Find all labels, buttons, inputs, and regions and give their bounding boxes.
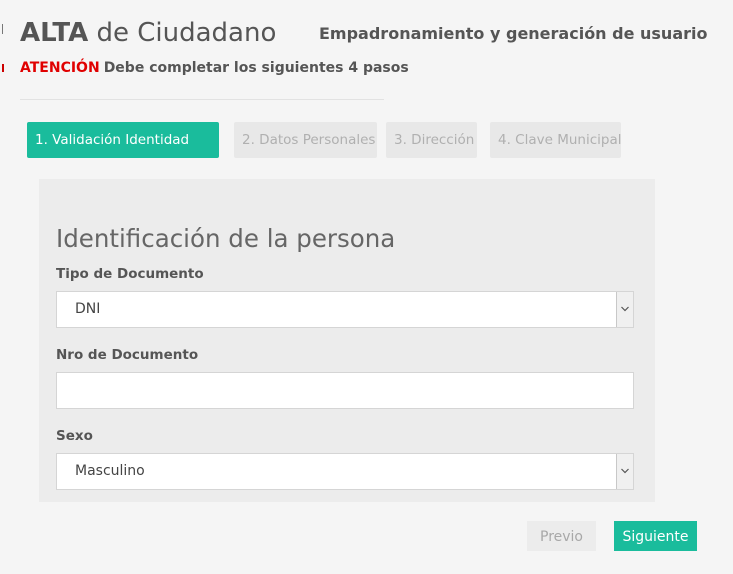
nro-documento-label: Nro de Documento xyxy=(56,347,199,363)
page-title: ALTA de Ciudadano xyxy=(20,18,276,48)
step-label: 2. Datos Personales xyxy=(242,132,376,148)
section-title: Identificación de la persona xyxy=(56,224,396,253)
step-label: 4. Clave Municipal xyxy=(498,132,621,148)
previo-button[interactable]: Previo xyxy=(527,521,596,551)
tipo-documento-select[interactable]: DNI xyxy=(56,291,634,328)
sexo-select[interactable]: Masculino xyxy=(56,453,634,490)
page-subtitle: Empadronamiento y generación de usuario xyxy=(319,24,708,43)
sexo-value: Masculino xyxy=(75,463,145,479)
sexo-label: Sexo xyxy=(56,428,93,444)
step-direccion[interactable]: 3. Dirección xyxy=(386,122,477,158)
page-title-bold: ALTA xyxy=(20,18,89,48)
step-label: 1. Validación Identidad xyxy=(35,132,190,148)
tipo-documento-value: DNI xyxy=(75,301,101,317)
left-edge-marks xyxy=(2,24,4,72)
chevron-down-icon[interactable] xyxy=(616,454,633,489)
siguiente-button[interactable]: Siguiente xyxy=(614,521,697,551)
warning-message: ATENCIÓN Debe completar los siguientes 4 … xyxy=(20,60,409,76)
warning-text: Debe completar los siguientes 4 pasos xyxy=(103,60,409,76)
tipo-documento-label: Tipo de Documento xyxy=(56,266,204,282)
nro-documento-input[interactable] xyxy=(56,372,634,409)
step-datos-personales[interactable]: 2. Datos Personales xyxy=(234,122,377,158)
header-divider xyxy=(20,99,384,100)
step-validacion-identidad[interactable]: 1. Validación Identidad xyxy=(27,122,219,158)
page-title-rest: de Ciudadano xyxy=(96,18,277,48)
step-label: 3. Dirección xyxy=(394,132,475,148)
chevron-down-icon[interactable] xyxy=(616,292,633,327)
step-clave-municipal[interactable]: 4. Clave Municipal xyxy=(490,122,621,158)
warning-label: ATENCIÓN xyxy=(20,60,100,76)
